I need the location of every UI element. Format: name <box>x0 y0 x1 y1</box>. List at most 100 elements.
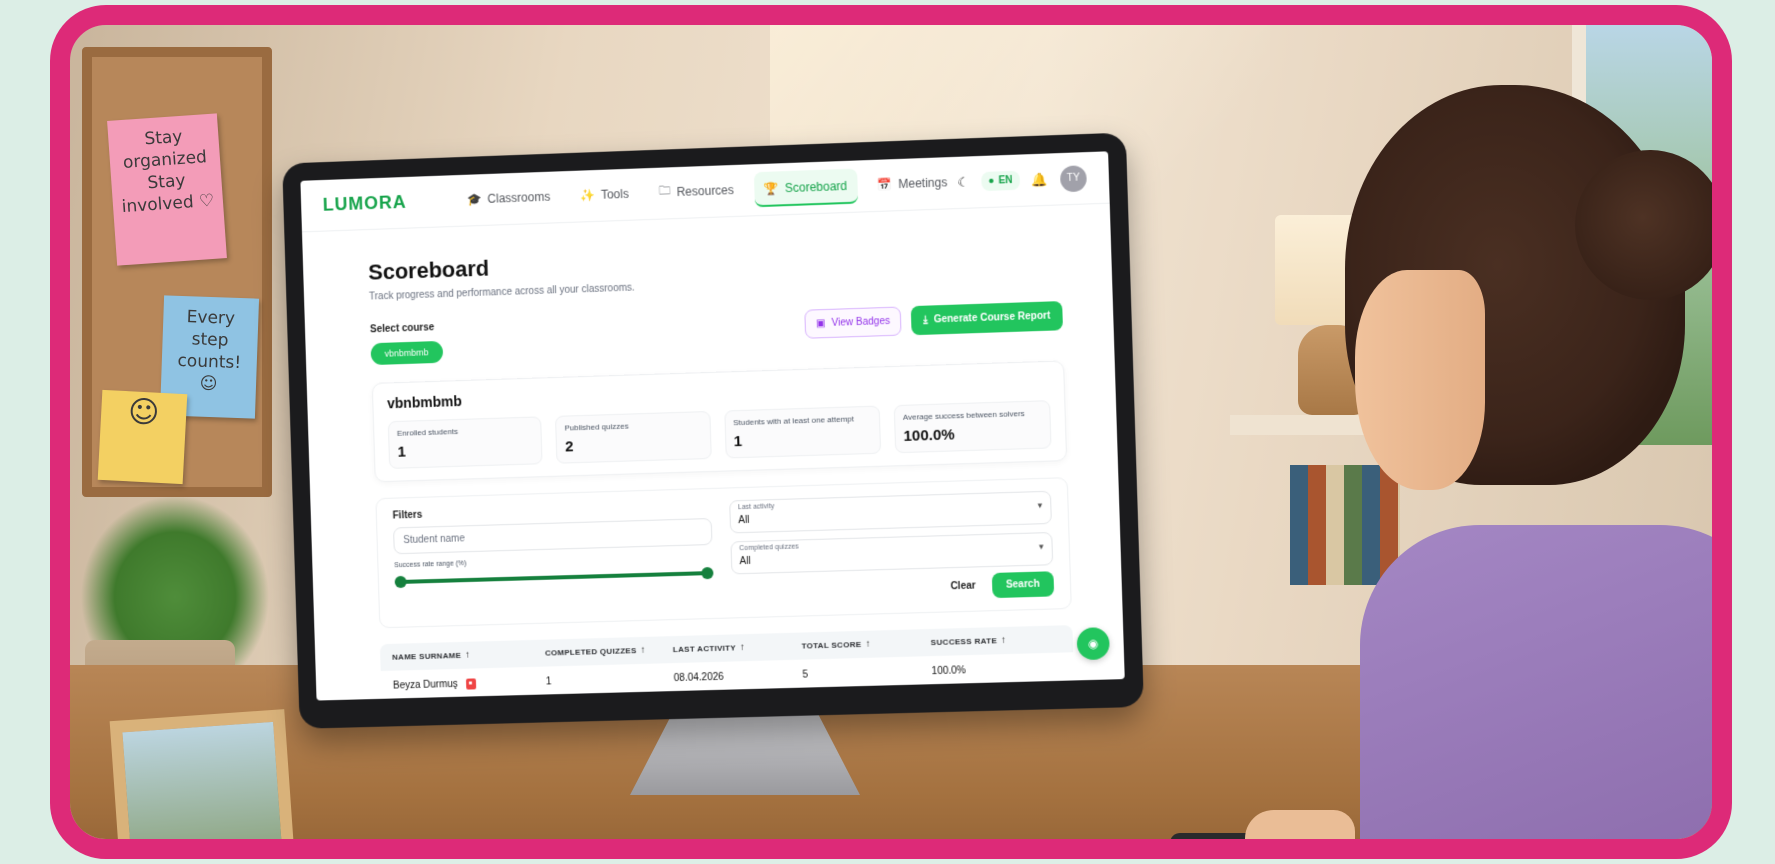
column-label: TOTAL SCORE <box>801 639 862 651</box>
moon-icon[interactable]: ☾ <box>957 174 969 190</box>
stat-value: 1 <box>397 443 407 461</box>
stat-value: 100.0% <box>903 426 955 445</box>
language-label: EN <box>998 174 1013 187</box>
column-total-score[interactable]: TOTAL SCORE ↑ <box>801 637 931 652</box>
range-max-handle[interactable] <box>700 566 714 580</box>
column-success-rate[interactable]: SUCCESS RATE ↑ <box>931 633 1061 648</box>
app-logo[interactable]: LUMORA <box>322 191 417 215</box>
stat-value: 1 <box>733 432 743 451</box>
course-summary-card: vbnbmbmb Enrolled students 1 Published q… <box>371 360 1068 483</box>
column-last-activity[interactable]: LAST ACTIVITY ↑ <box>673 641 802 656</box>
nav-classrooms[interactable]: 🎓 Classrooms <box>456 179 560 218</box>
stat-label: Students with at least one attempt <box>733 414 855 428</box>
success-range-slider[interactable] <box>394 566 714 589</box>
books <box>1290 465 1400 585</box>
course-stats: Enrolled students 1 Published quizzes 2 … <box>387 400 1052 469</box>
nav-label: Tools <box>600 186 630 202</box>
course-selector-row: Select course vbnbmbmb ▣ View Badges ⤓ G… <box>369 301 1064 366</box>
badge-icon: ▣ <box>815 318 826 330</box>
woman-hair-bun <box>1575 150 1712 300</box>
nav-label: Resources <box>676 182 735 199</box>
generate-report-button[interactable]: ⤓ Generate Course Report <box>910 301 1064 336</box>
monitor: LUMORA 🎓 Classrooms ✨ Tools 🗀 Resources <box>282 132 1144 729</box>
download-icon: ⤓ <box>923 314 928 326</box>
column-completed[interactable]: COMPLETED QUIZZES ↑ <box>545 644 673 658</box>
trophy-icon: 🏆 <box>763 180 780 196</box>
cell-last-activity: 08.04.2026 <box>673 671 724 685</box>
range-min-handle[interactable] <box>394 575 407 589</box>
sort-arrow-icon: ↑ <box>1000 634 1007 647</box>
filters-panel: Filters Student name Success rate range … <box>375 477 1072 629</box>
sort-arrow-icon: ↑ <box>865 638 871 650</box>
student-name: Beyza Durmuş <box>392 678 458 692</box>
sort-arrow-icon: ↑ <box>464 649 471 661</box>
bell-icon[interactable]: 🔔 <box>1031 171 1048 188</box>
column-label: LAST ACTIVITY <box>672 643 737 655</box>
course-selector: Select course vbnbmbmb <box>369 322 443 366</box>
page-actions: ▣ View Badges ⤓ Generate Course Report <box>804 301 1064 339</box>
stat-label: Enrolled students <box>396 426 459 438</box>
stat-attempted: Students with at least one attempt 1 <box>723 405 881 459</box>
view-badges-button[interactable]: ▣ View Badges <box>804 306 902 339</box>
view-badges-label: View Badges <box>831 315 891 329</box>
stat-average-success: Average success between solvers 100.0% <box>893 400 1052 454</box>
select-course-label: Select course <box>369 322 435 336</box>
nav-label: Meetings <box>898 174 948 191</box>
filters-left: Filters Student name Success rate range … <box>393 501 714 615</box>
column-label: NAME SURNAME <box>392 650 462 662</box>
search-button[interactable]: Search <box>991 571 1055 599</box>
stat-enrolled: Enrolled students 1 <box>387 416 543 469</box>
woman-sweater <box>1360 525 1712 839</box>
cell-total-score: 5 <box>802 669 809 681</box>
nav-tools[interactable]: ✨ Tools <box>570 176 640 213</box>
nav-scoreboard[interactable]: 🏆 Scoreboard <box>753 168 858 208</box>
nav-label: Scoreboard <box>784 178 848 195</box>
nav-meetings[interactable]: 📅 Meetings <box>867 165 958 203</box>
photo-frame <box>109 709 296 839</box>
cork-board: Stay organized Stay involved ♡ Every ste… <box>82 47 272 497</box>
sticky-note-yellow: ☺ <box>97 389 188 485</box>
header-actions: ☾ ● EN 🔔 TY <box>957 164 1088 196</box>
cell-name: Beyza Durmuş ■ <box>393 677 546 692</box>
globe-icon: ● <box>988 175 995 187</box>
woman-hand <box>1245 810 1355 839</box>
family-photo <box>122 721 283 839</box>
graduation-cap-icon: 🎓 <box>466 191 482 207</box>
course-chip[interactable]: vbnbmbmb <box>370 340 443 366</box>
student-name-input[interactable]: Student name <box>393 517 713 555</box>
stat-published: Published quizzes 2 <box>555 410 712 464</box>
pink-frame: Stay organized Stay involved ♡ Every ste… <box>50 5 1732 859</box>
calendar-icon: 📅 <box>877 176 893 192</box>
chevron-down-icon: ▾ <box>1037 500 1043 511</box>
app-screen: LUMORA 🎓 Classrooms ✨ Tools 🗀 Resources <box>300 151 1125 701</box>
stat-label: Average success between solvers <box>902 408 1025 422</box>
language-button[interactable]: ● EN <box>980 170 1020 192</box>
column-name[interactable]: NAME SURNAME ↑ <box>392 648 545 663</box>
nav-label: Classrooms <box>487 189 551 206</box>
sort-arrow-icon: ↑ <box>739 642 746 654</box>
avatar[interactable]: TY <box>1059 164 1088 192</box>
stat-label: Published quizzes <box>564 421 629 433</box>
last-activity-select[interactable]: Last activity All ▾ <box>728 490 1052 534</box>
nav-resources[interactable]: 🗀 Resources <box>648 173 744 211</box>
filter-buttons: Clear Search <box>731 571 1055 605</box>
clear-button[interactable]: Clear <box>950 580 976 592</box>
sort-arrow-icon: ↑ <box>640 644 647 656</box>
cell-completed: 1 <box>545 676 552 688</box>
generate-report-label: Generate Course Report <box>933 310 1051 326</box>
column-label: COMPLETED QUIZZES <box>544 646 637 658</box>
pdf-icon[interactable]: ■ <box>465 678 476 690</box>
stat-value: 2 <box>564 438 574 456</box>
column-label: SUCCESS RATE <box>930 636 998 648</box>
folder-icon: 🗀 <box>658 183 671 198</box>
filters-right: Last activity All ▾ Completed quizzes Al… <box>728 490 1055 606</box>
cell-success-rate: 100.0% <box>931 665 967 678</box>
completed-quizzes-select[interactable]: Completed quizzes All ▾ <box>729 531 1054 575</box>
main-nav: 🎓 Classrooms ✨ Tools 🗀 Resources 🏆 Score… <box>456 165 958 218</box>
magic-wand-icon: ✨ <box>579 187 596 203</box>
sticky-note-pink: Stay organized Stay involved ♡ <box>107 113 227 266</box>
scoreboard-page: Scoreboard Track progress and performanc… <box>302 204 1125 701</box>
woman-face <box>1355 270 1485 490</box>
scoreboard-table: NAME SURNAME ↑ COMPLETED QUIZZES ↑ LAST AC… <box>379 625 1074 700</box>
range-track <box>398 571 709 585</box>
